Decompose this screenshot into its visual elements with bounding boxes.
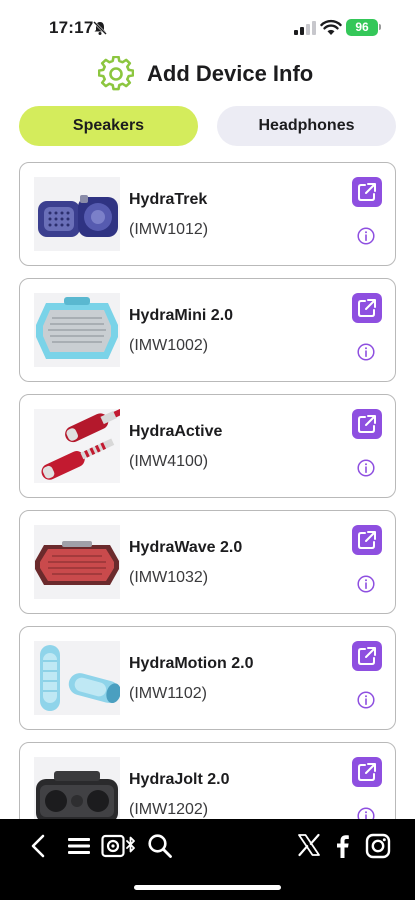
- battery-level: 96: [355, 20, 369, 34]
- device-card[interactable]: HydraMini 2.0 (IMW1002): [19, 278, 396, 382]
- open-external-button[interactable]: [352, 525, 382, 555]
- status-time: 17:17: [49, 18, 94, 37]
- open-external-button[interactable]: [352, 757, 382, 787]
- open-external-icon: [358, 415, 376, 433]
- hydrawave-speaker-image: [34, 525, 120, 599]
- device-name: HydraMini 2.0: [129, 307, 234, 324]
- hydrajolt-speaker-image: [34, 757, 120, 819]
- device-model: (IMW1102): [129, 685, 207, 702]
- speaker-bluetooth-icon[interactable]: [101, 833, 137, 859]
- tab-headphones[interactable]: Headphones: [217, 106, 396, 146]
- bottom-toolbar: [0, 819, 415, 900]
- hydraactive-speaker-image: [34, 409, 120, 483]
- open-external-button[interactable]: [352, 641, 382, 671]
- open-external-button[interactable]: [352, 177, 382, 207]
- hydramotion-speaker-image: [34, 641, 120, 715]
- hydratrek-speaker-image: [34, 177, 120, 251]
- back-chevron-icon[interactable]: [30, 833, 46, 859]
- bell-muted-icon: [93, 21, 107, 35]
- open-external-icon: [358, 183, 376, 201]
- instagram-icon[interactable]: [365, 833, 391, 859]
- device-card[interactable]: HydraWave 2.0 (IMW1032): [19, 510, 396, 614]
- device-card[interactable]: HydraActive (IMW4100): [19, 394, 396, 498]
- device-name: HydraMotion 2.0: [129, 655, 254, 672]
- device-model: (IMW1202): [129, 801, 209, 818]
- open-external-icon: [358, 647, 376, 665]
- tab-speakers[interactable]: Speakers: [19, 106, 198, 146]
- open-external-button[interactable]: [352, 293, 382, 323]
- device-model: (IMW1012): [129, 221, 209, 238]
- home-indicator[interactable]: [134, 885, 281, 890]
- menu-icon[interactable]: [67, 833, 91, 859]
- gear-icon[interactable]: [98, 56, 134, 92]
- battery-cap: [379, 24, 381, 30]
- info-icon[interactable]: [357, 691, 375, 709]
- device-card[interactable]: HydraTrek (IMW1012): [19, 162, 396, 266]
- hydramini-speaker-image: [34, 293, 120, 367]
- wifi-icon: [320, 19, 342, 35]
- info-icon[interactable]: [357, 343, 375, 361]
- device-card[interactable]: HydraMotion 2.0 (IMW1102): [19, 626, 396, 730]
- device-model: (IMW1032): [129, 569, 209, 586]
- header: Add Device Info: [0, 56, 415, 96]
- device-model: (IMW1002): [129, 337, 209, 354]
- x-logo-icon[interactable]: [297, 833, 321, 857]
- device-name: HydraActive: [129, 423, 223, 440]
- open-external-button[interactable]: [352, 409, 382, 439]
- cellular-signal-icon: [294, 21, 316, 35]
- device-card[interactable]: HydraJolt 2.0 (IMW1202): [19, 742, 396, 819]
- device-name: HydraWave 2.0: [129, 539, 243, 556]
- status-bar: 17:17 96: [0, 0, 415, 56]
- open-external-icon: [358, 763, 376, 781]
- battery-icon: 96: [346, 19, 378, 36]
- info-icon[interactable]: [357, 459, 375, 477]
- device-model: (IMW4100): [129, 453, 209, 470]
- open-external-icon: [358, 531, 376, 549]
- facebook-icon[interactable]: [334, 833, 350, 859]
- device-name: HydraTrek: [129, 191, 208, 208]
- device-name: HydraJolt 2.0: [129, 771, 230, 788]
- page-title: Add Device Info: [147, 61, 314, 86]
- open-external-icon: [358, 299, 376, 317]
- device-list[interactable]: HydraTrek (IMW1012) HydraMini 2.0 (IMW10…: [19, 162, 396, 819]
- info-icon[interactable]: [357, 575, 375, 593]
- info-icon[interactable]: [357, 227, 375, 245]
- info-icon[interactable]: [357, 807, 375, 819]
- search-icon[interactable]: [147, 833, 173, 859]
